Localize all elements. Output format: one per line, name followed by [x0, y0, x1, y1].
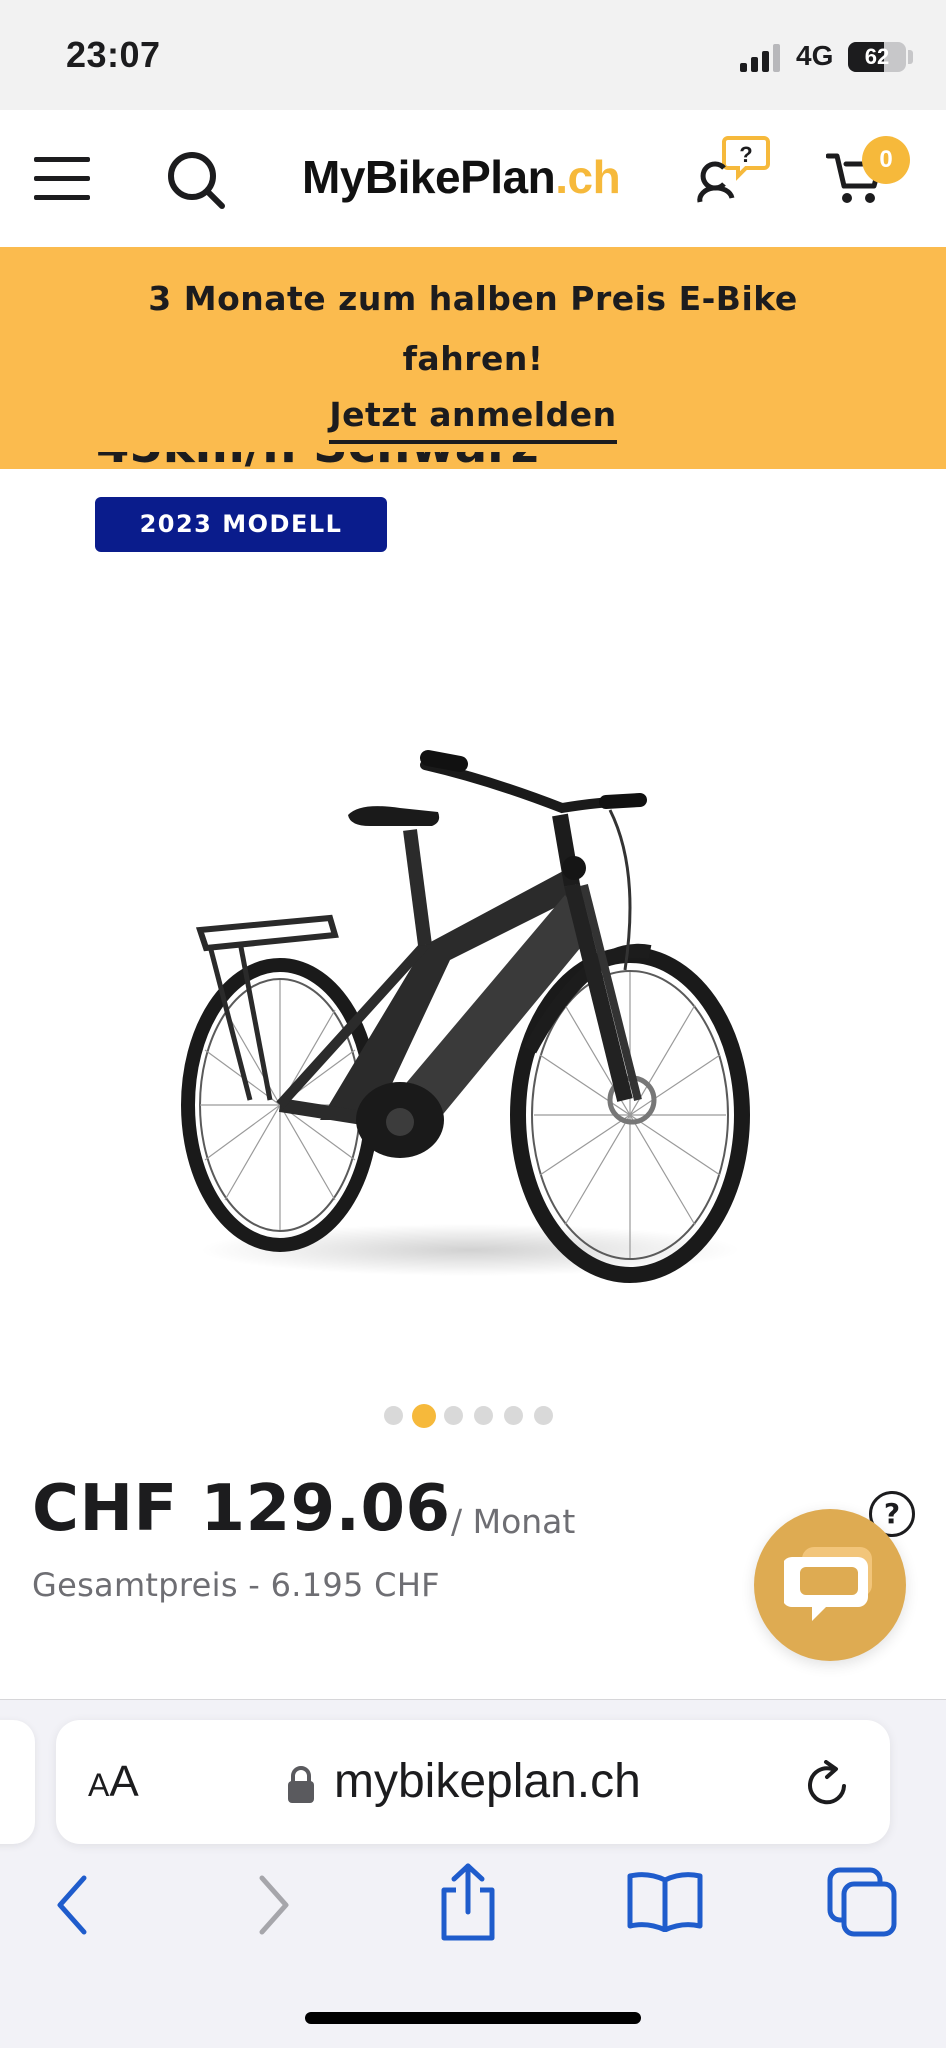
chat-bubble-icon: [784, 1547, 872, 1621]
chat-button[interactable]: [754, 1509, 906, 1661]
aa-large: A: [109, 1757, 139, 1806]
search-icon[interactable]: [166, 150, 228, 212]
gallery-dot[interactable]: [384, 1406, 403, 1425]
gallery-dot[interactable]: [534, 1406, 553, 1425]
network-label: 4G: [796, 40, 834, 71]
aa-small: A: [88, 1767, 110, 1803]
svg-text:?: ?: [739, 142, 752, 167]
help-chat-icon[interactable]: ?: [694, 134, 770, 204]
total-price: Gesamtpreis - 6.195 CHF: [32, 1566, 440, 1604]
back-icon[interactable]: [52, 1874, 92, 1936]
reader-settings-button[interactable]: AA: [88, 1757, 139, 1807]
status-bar: 23:07 4G 62: [0, 0, 946, 110]
site-logo[interactable]: MyBikePlan.ch: [302, 150, 621, 204]
cart-count-badge[interactable]: 0: [862, 136, 910, 184]
price-unit: / Monat: [451, 1502, 576, 1541]
promo-banner: 3 Monate zum halben Preis E-Bike fahren!…: [0, 247, 946, 469]
page: 23:07 4G 62 MyBikePlan.ch ? 0 3 Monate z…: [0, 0, 946, 2048]
promo-text: 3 Monate zum halben Preis E-Bike fahren!: [148, 279, 798, 378]
reload-icon[interactable]: [806, 1760, 852, 1808]
monthly-price: CHF 129.06: [32, 1472, 451, 1546]
bookmarks-icon[interactable]: [626, 1870, 704, 1932]
logo-main: MyBikePlan: [302, 151, 556, 203]
model-badge: 2023 MODELL: [95, 497, 387, 552]
share-icon[interactable]: [436, 1862, 500, 1942]
gallery-dot[interactable]: [504, 1406, 523, 1425]
lock-icon: [288, 1766, 314, 1803]
home-indicator: [305, 2012, 641, 2024]
logo-tld: .ch: [555, 151, 621, 203]
url-text[interactable]: mybikeplan.ch: [334, 1754, 641, 1809]
menu-icon[interactable]: [34, 155, 92, 203]
product-image[interactable]: [170, 720, 770, 1310]
gallery-dot[interactable]: [412, 1404, 436, 1428]
forward-icon[interactable]: [254, 1874, 294, 1936]
battery-icon: 62: [848, 42, 906, 72]
promo-signup-link[interactable]: Jetzt anmelden: [329, 395, 617, 444]
previous-tab-preview[interactable]: [0, 1720, 35, 1844]
battery-nub: [908, 50, 913, 64]
status-time: 23:07: [66, 34, 161, 75]
product-title-peek: 45km/h Schwarz: [96, 452, 566, 472]
gallery-dot[interactable]: [444, 1406, 463, 1425]
promo-link-wrap: Jetzt anmelden: [0, 395, 946, 444]
signal-icon: [740, 44, 780, 72]
tabs-icon[interactable]: [826, 1866, 898, 1938]
gallery-dots: [384, 1404, 584, 1428]
battery-percent: 62: [864, 44, 890, 69]
gallery-dot[interactable]: [474, 1406, 493, 1425]
product-title: 45km/h Schwarz: [96, 452, 539, 472]
